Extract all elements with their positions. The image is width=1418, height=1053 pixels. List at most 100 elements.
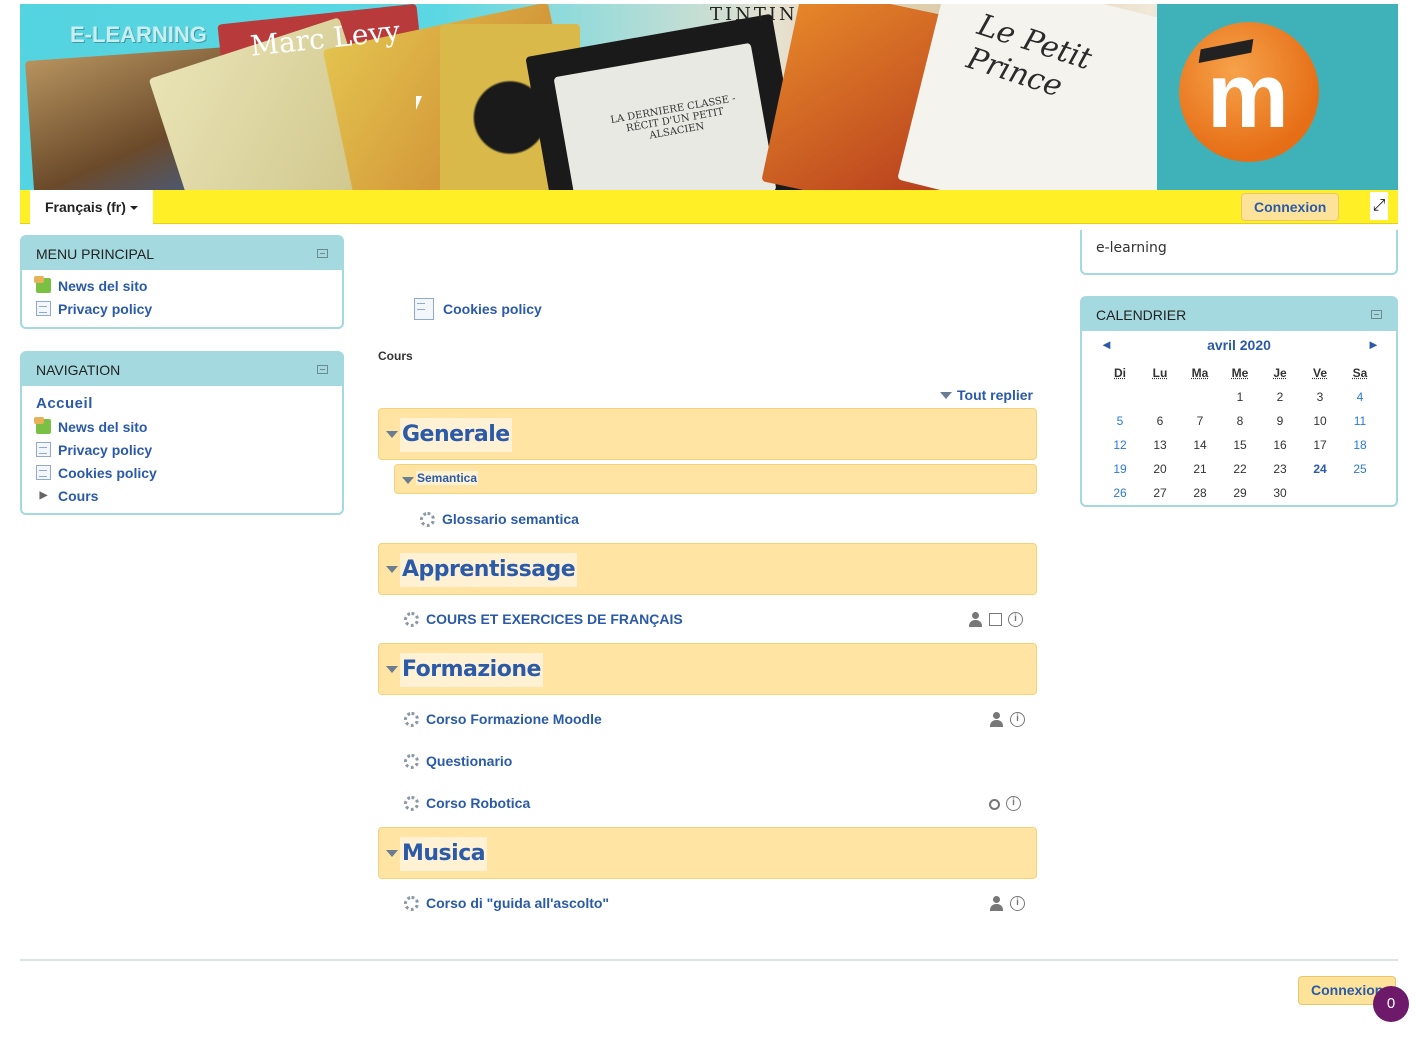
course-link[interactable]: Corso Formazione Moodle <box>404 709 602 729</box>
site-summary-block: e-learning <box>1080 230 1398 275</box>
chevron-right-icon[interactable]: ▶ <box>36 488 51 503</box>
calendar-day[interactable]: 28 <box>1180 486 1220 500</box>
block-title: NAVIGATION <box>36 362 121 378</box>
collapse-icon[interactable] <box>1371 310 1382 319</box>
expand-icon[interactable]: ⤢ <box>1370 192 1388 220</box>
calendar-day[interactable]: 2 <box>1260 390 1300 404</box>
course-name: COURS ET EXERCICES DE FRANÇAIS <box>426 611 683 627</box>
calendar-day[interactable]: 27 <box>1140 486 1180 500</box>
calendar-day[interactable]: 30 <box>1260 486 1300 500</box>
logo-panel: m <box>1157 4 1398 190</box>
calendar-day[interactable]: 17 <box>1300 438 1340 452</box>
category-generale[interactable]: Generale <box>378 408 1037 460</box>
calendar-day[interactable]: 13 <box>1140 438 1180 452</box>
calendar-month[interactable]: avril 2020 <box>1082 337 1396 353</box>
language-menu[interactable]: Français (fr) <box>30 190 153 224</box>
calendar-day[interactable]: 15 <box>1220 438 1260 452</box>
calendar-day[interactable]: 3 <box>1300 390 1340 404</box>
course-name: Questionario <box>426 753 513 769</box>
key-icon <box>989 798 1000 810</box>
info-icon[interactable]: i <box>1006 795 1021 811</box>
page-icon <box>36 465 51 480</box>
calendar-day[interactable]: 16 <box>1260 438 1300 452</box>
collapse-triangle-icon[interactable] <box>386 666 398 673</box>
calendar-day[interactable]: 24 <box>1300 462 1340 476</box>
collapse-triangle-icon[interactable] <box>386 431 398 438</box>
course-name: Corso di "guida all'ascolto" <box>426 895 610 911</box>
weekday: Ve <box>1312 366 1327 380</box>
weekday: Lu <box>1152 366 1168 380</box>
banner-book-title: TINTIN <box>710 4 798 25</box>
calendar-day[interactable]: 10 <box>1300 414 1340 428</box>
guest-access-icon <box>989 895 1004 911</box>
weekday: Di <box>1114 366 1126 380</box>
category-name[interactable]: Generale <box>400 418 512 452</box>
message-badge[interactable]: 0 <box>1373 986 1409 1022</box>
block-header: CALENDRIER <box>1082 298 1396 331</box>
info-icon[interactable]: i <box>1008 611 1023 627</box>
calendar-day[interactable]: 5 <box>1100 414 1140 428</box>
block-title: MENU PRINCIPAL <box>36 246 154 262</box>
collapse-icon[interactable] <box>317 365 328 374</box>
course-link[interactable]: Corso Robotica <box>404 793 530 813</box>
calendar-day[interactable]: 9 <box>1260 414 1300 428</box>
subcategory-name[interactable]: Semantica <box>416 471 479 485</box>
nav-item-courses[interactable]: ▶ Cours <box>36 484 328 507</box>
footer-divider <box>20 959 1398 961</box>
calendar-day[interactable]: 4 <box>1340 390 1380 404</box>
calendar-day[interactable]: 21 <box>1180 462 1220 476</box>
info-icon[interactable]: i <box>1010 895 1025 911</box>
category-apprentissage[interactable]: Apprentissage <box>378 543 1037 595</box>
menu-item-privacy[interactable]: Privacy policy <box>36 297 328 320</box>
moodle-logo[interactable]: m <box>1179 22 1319 162</box>
main-menu-block: MENU PRINCIPAL News del sito Privacy pol… <box>20 235 344 329</box>
collapse-icon[interactable] <box>317 249 328 258</box>
calendar-day[interactable]: 7 <box>1180 414 1220 428</box>
course-name: Corso Formazione Moodle <box>426 711 602 727</box>
collapse-all-link[interactable]: Tout replier <box>940 387 1033 403</box>
calendar-day[interactable]: 29 <box>1220 486 1260 500</box>
calendar-day[interactable]: 14 <box>1180 438 1220 452</box>
collapse-triangle-icon[interactable] <box>386 850 398 857</box>
calendar-day[interactable]: 6 <box>1140 414 1180 428</box>
cookies-policy-link[interactable]: Cookies policy <box>414 298 542 320</box>
nav-item-cookies[interactable]: Cookies policy <box>36 461 328 484</box>
calendar-day[interactable]: 1 <box>1220 390 1260 404</box>
calendar-day[interactable]: 26 <box>1100 486 1140 500</box>
calendar-grid: Di Lu Ma Me Je Ve Sa 1 2 3 4 5 6 7 8 9 10 11 12 13 14… <box>1100 361 1380 505</box>
next-month-icon[interactable]: ► <box>1367 337 1380 352</box>
category-name[interactable]: Musica <box>400 837 488 871</box>
calendar-day[interactable]: 20 <box>1140 462 1180 476</box>
calendar-day[interactable]: 11 <box>1340 414 1380 428</box>
calendar-day[interactable]: 18 <box>1340 438 1380 452</box>
category-name[interactable]: Apprentissage <box>400 553 578 587</box>
subcategory-semantica[interactable]: Semantica <box>394 464 1037 494</box>
course-icon <box>404 795 419 811</box>
collapse-triangle-icon[interactable] <box>402 477 414 484</box>
info-icon[interactable]: i <box>1010 711 1025 727</box>
category-formazione[interactable]: Formazione <box>378 643 1037 695</box>
calendar-day[interactable]: 19 <box>1100 462 1140 476</box>
nav-item-privacy[interactable]: Privacy policy <box>36 438 328 461</box>
course-enrol-icons: i <box>989 793 1021 813</box>
category-name[interactable]: Formazione <box>400 653 543 687</box>
calendar-day[interactable]: 8 <box>1220 414 1260 428</box>
menu-item-news[interactable]: News del sito <box>34 274 328 297</box>
block-title: CALENDRIER <box>1096 307 1187 323</box>
calendar-day[interactable]: 12 <box>1100 438 1140 452</box>
course-link[interactable]: COURS ET EXERCICES DE FRANÇAIS <box>404 609 683 629</box>
top-navbar: Français (fr) Connexion ⤢ <box>20 190 1398 224</box>
course-link[interactable]: Questionario <box>404 751 512 771</box>
collapse-triangle-icon[interactable] <box>386 566 398 573</box>
course-link[interactable]: Glossario semantica <box>420 509 579 529</box>
header-banner: Le Petit Prince Marc Levy TINTIN LA DERN… <box>20 4 1398 190</box>
calendar-day[interactable]: 22 <box>1220 462 1260 476</box>
nav-item-news[interactable]: News del sito <box>34 415 328 438</box>
login-button[interactable]: Connexion <box>1241 193 1340 221</box>
calendar-day[interactable]: 25 <box>1340 462 1380 476</box>
course-link[interactable]: Corso di "guida all'ascolto" <box>404 893 609 913</box>
category-musica[interactable]: Musica <box>378 827 1037 879</box>
nav-item-home[interactable]: Accueil <box>36 392 328 415</box>
course-name: Glossario semantica <box>442 511 579 527</box>
calendar-day[interactable]: 23 <box>1260 462 1300 476</box>
